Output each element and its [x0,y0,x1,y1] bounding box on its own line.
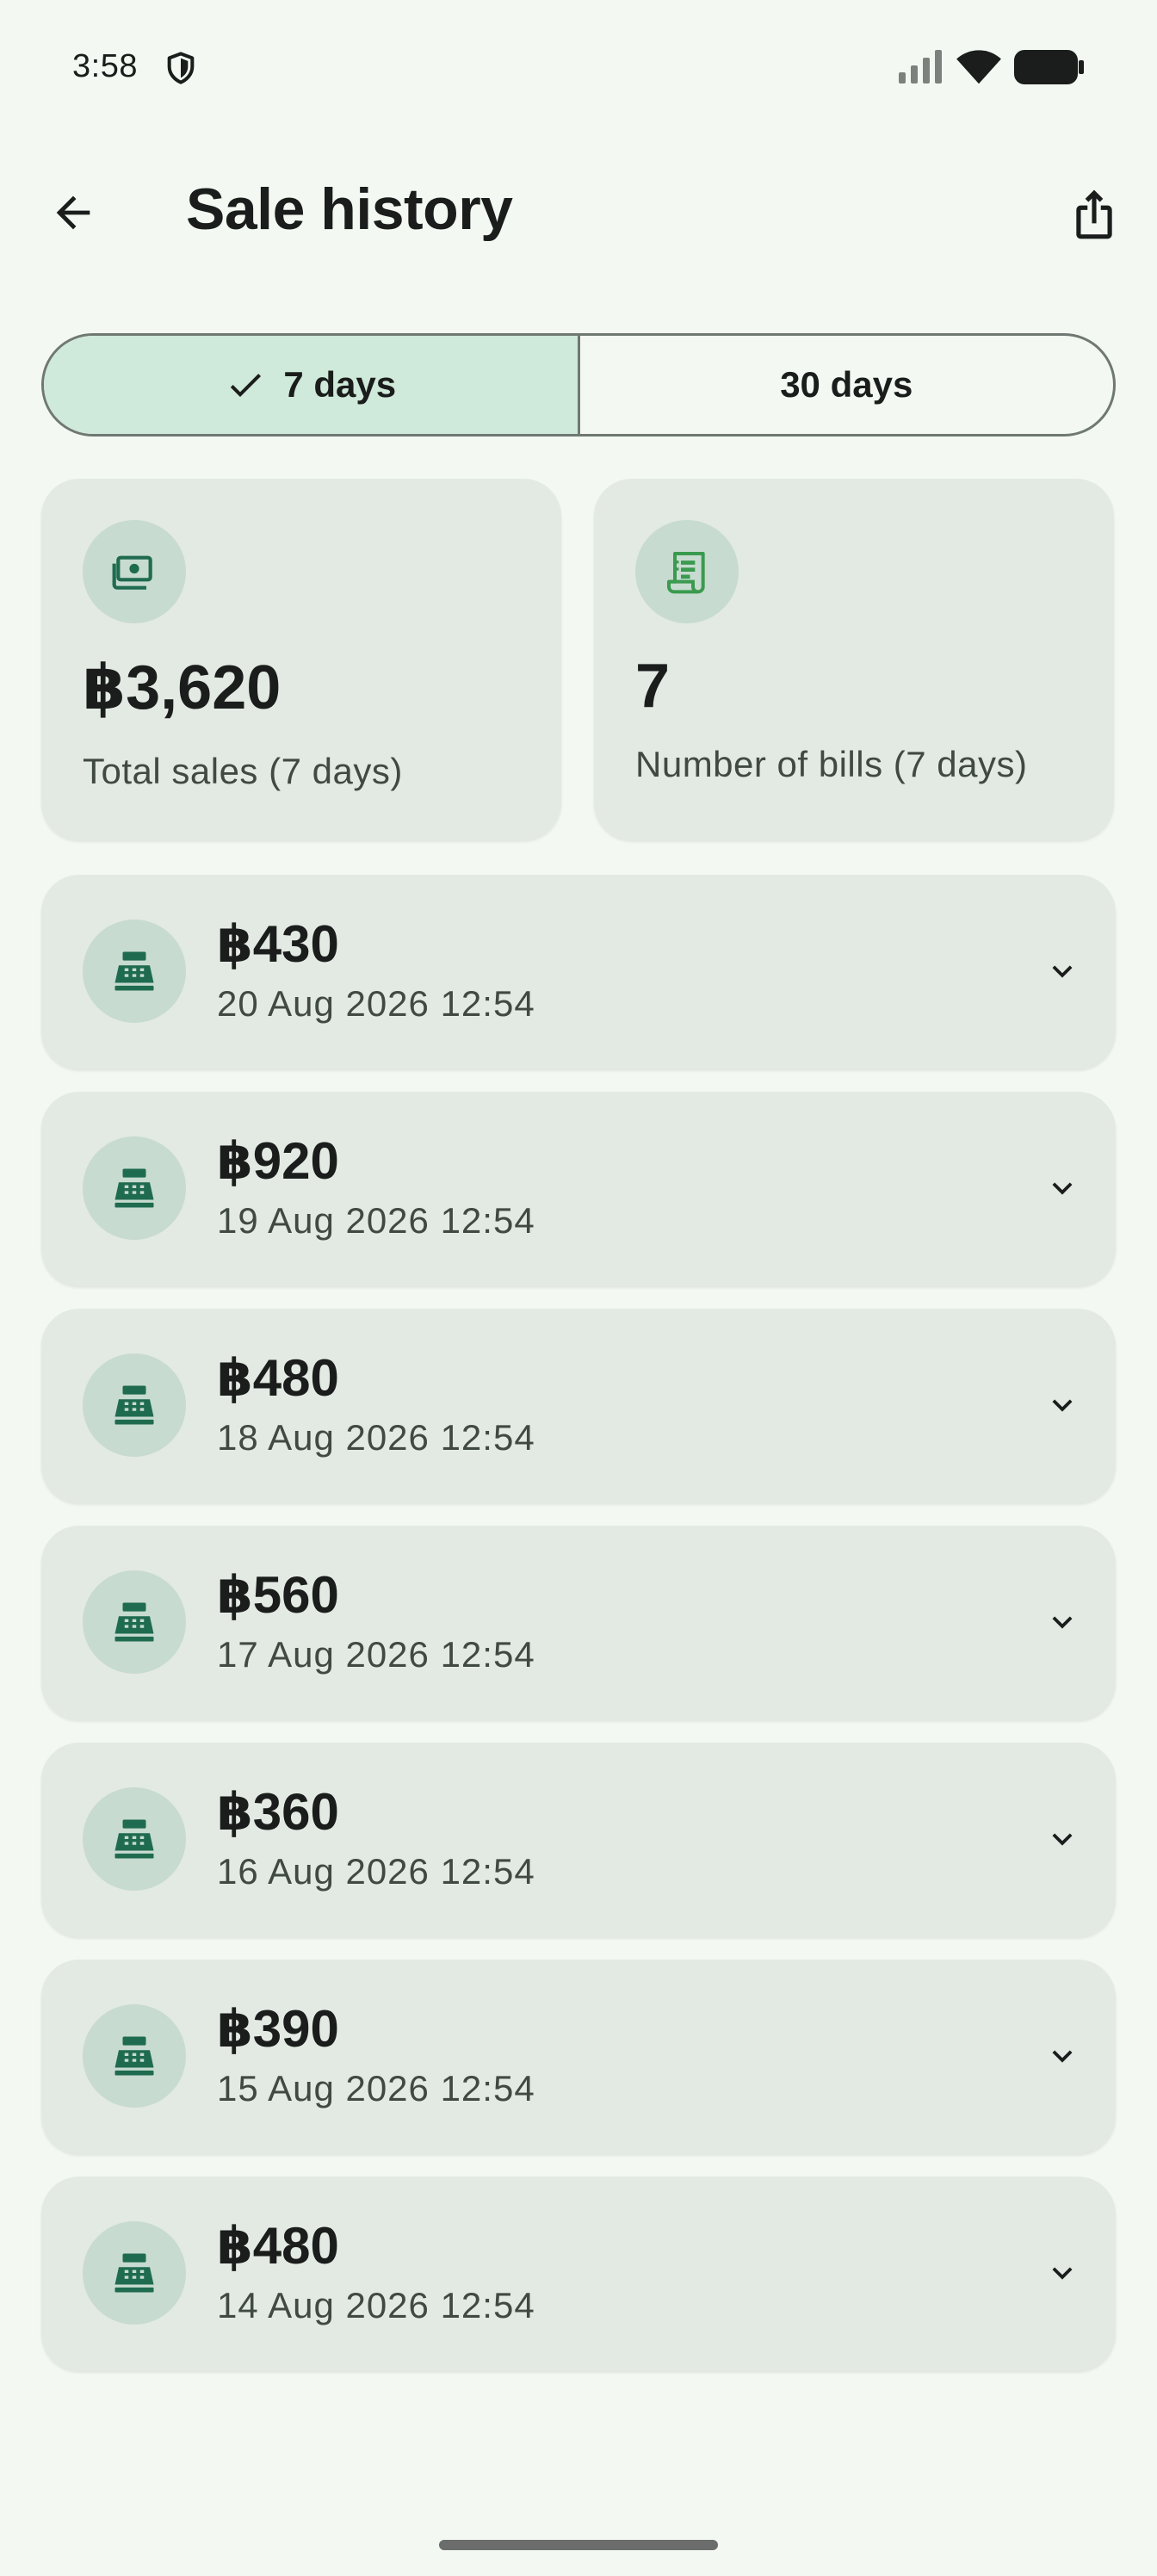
range-option-30-days[interactable]: 30 days [580,336,1114,434]
sale-date: 17 Aug 2026 12:54 [217,1634,535,1675]
sale-amount: ฿560 [217,1566,339,1624]
chevron-down-icon[interactable] [1031,2242,1093,2304]
sale-date: 16 Aug 2026 12:54 [217,1851,535,1892]
cash-register-icon [83,1570,186,1674]
chevron-down-icon[interactable] [1031,1374,1093,1436]
back-button[interactable] [34,174,112,251]
total-sales-label: Total sales (7 days) [83,751,403,791]
sale-item[interactable]: ฿390 15 Aug 2026 12:54 [41,1960,1116,2154]
battery-icon [1014,50,1084,84]
range-option-7-days[interactable]: 7 days [44,336,580,434]
receipt-icon [635,520,739,623]
chevron-down-icon[interactable] [1031,1591,1093,1653]
cash-register-icon [83,920,186,1023]
bill-count-value: 7 [635,652,671,721]
sale-amount: ฿430 [217,915,339,973]
sale-amount: ฿480 [217,1349,339,1407]
chevron-down-icon[interactable] [1031,2025,1093,2087]
sale-item[interactable]: ฿920 19 Aug 2026 12:54 [41,1092,1116,1286]
home-indicator[interactable] [439,2540,718,2550]
check-icon [231,374,262,397]
sale-date: 20 Aug 2026 12:54 [217,983,535,1024]
sale-date: 15 Aug 2026 12:54 [217,2068,535,2108]
chevron-down-icon[interactable] [1031,940,1093,1002]
share-button[interactable] [1055,176,1133,253]
share-icon [1076,189,1112,239]
bill-count-label: Number of bills (7 days) [635,744,1028,784]
wifi-icon [956,50,1001,84]
total-sales-value: ฿3,620 [83,653,282,722]
signal-icon [899,50,942,84]
sale-item[interactable]: ฿430 20 Aug 2026 12:54 [41,875,1116,1069]
page-title: Sale history [186,176,513,242]
sale-item[interactable]: ฿480 14 Aug 2026 12:54 [41,2177,1116,2371]
sale-item[interactable]: ฿480 18 Aug 2026 12:54 [41,1309,1116,1503]
sale-amount: ฿390 [217,2000,339,2058]
total-sales-card: ฿3,620 Total sales (7 days) [41,479,561,840]
arrow-back-icon [56,195,90,230]
app-bar: Sale history [0,155,1157,267]
range-option-label: 7 days [283,364,397,405]
bill-count-card: 7 Number of bills (7 days) [594,479,1114,840]
range-selector: 7 days 30 days [41,333,1116,437]
cash-register-icon [83,2221,186,2325]
sale-item[interactable]: ฿560 17 Aug 2026 12:54 [41,1526,1116,1720]
chevron-down-icon[interactable] [1031,1157,1093,1219]
cash-register-icon [83,1353,186,1457]
status-bar: 3:58 [0,0,1157,138]
sale-date: 19 Aug 2026 12:54 [217,1200,535,1241]
shield-icon [167,52,195,84]
sale-date: 14 Aug 2026 12:54 [217,2285,535,2325]
sale-date: 18 Aug 2026 12:54 [217,1417,535,1458]
cash-register-icon [83,1787,186,1891]
chevron-down-icon[interactable] [1031,1808,1093,1870]
cash-register-icon [83,1136,186,1240]
sale-item[interactable]: ฿360 16 Aug 2026 12:54 [41,1743,1116,1937]
range-option-label: 30 days [780,364,913,405]
status-time: 3:58 [72,48,138,84]
sale-amount: ฿480 [217,2217,339,2275]
sale-amount: ฿360 [217,1783,339,1841]
cash-register-icon [83,2004,186,2108]
money-icon [83,520,186,623]
sale-amount: ฿920 [217,1132,339,1190]
